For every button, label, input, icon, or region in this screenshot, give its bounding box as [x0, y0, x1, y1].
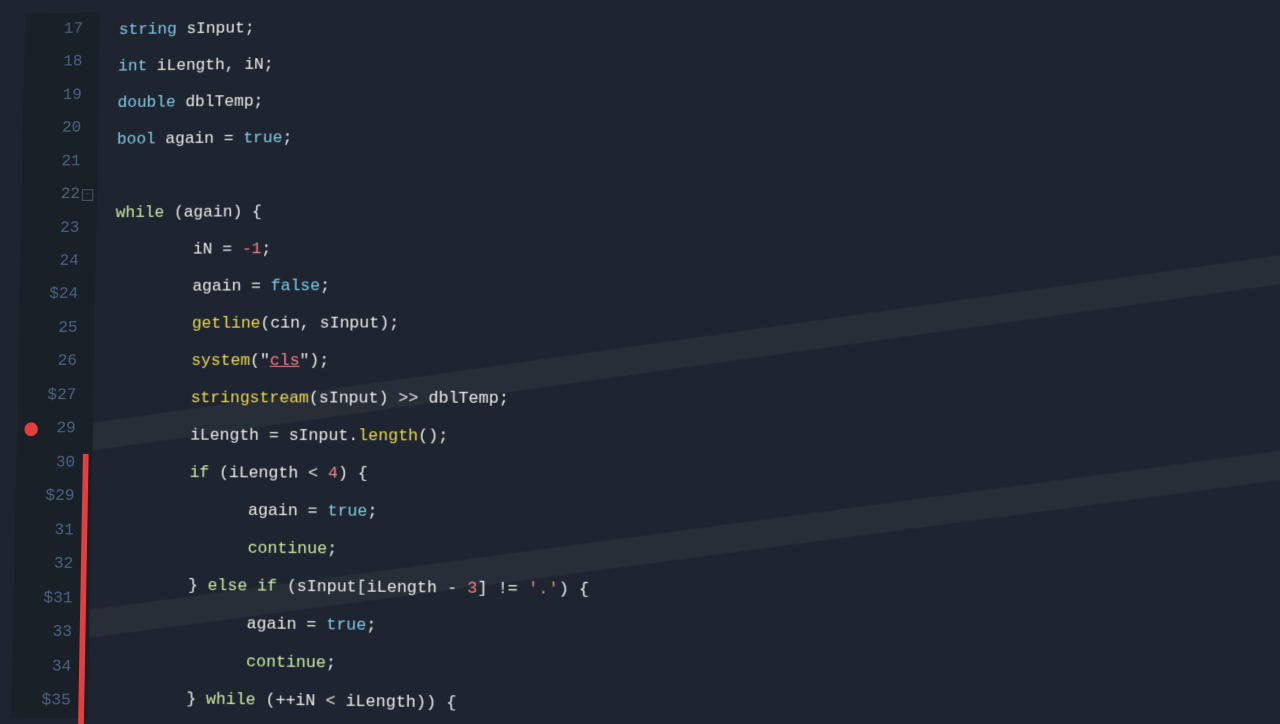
line-28: $27 — [17, 379, 94, 413]
code-line-24: again = false ; — [114, 264, 1280, 306]
breakpoint-29[interactable] — [24, 422, 38, 436]
code-content: string sInput ; int iLength , iN ; doubl… — [88, 0, 1280, 724]
fold-icon[interactable]: - — [82, 189, 94, 201]
line-24: 24 — [20, 245, 96, 279]
code-editor: 17 18 19 20 21 - 22 23 24 $24 25 26 $27 … — [0, 0, 1280, 724]
line-26: 25 — [19, 312, 95, 346]
code-line-28: iLength = sInput . length (); — [112, 417, 1280, 459]
line-31: $29 — [15, 480, 92, 514]
token-string-kw: string — [119, 21, 177, 38]
line-25: $24 — [19, 278, 95, 312]
line-33: 32 — [14, 547, 91, 582]
line-21: 21 — [22, 145, 98, 179]
line-27: 26 — [18, 345, 94, 379]
token-sinput: sInput — [186, 20, 245, 37]
line-30: 30 — [16, 446, 93, 480]
line-19: 19 — [23, 78, 99, 112]
code-line-26: system ( "cls" ); — [113, 341, 1280, 380]
line-35: 33 — [13, 615, 90, 650]
line-number-gutter: 17 18 19 20 21 - 22 23 24 $24 25 26 $27 … — [11, 12, 100, 718]
code-line-27: stringstream ( sInput ) >> dblTemp ; — [112, 380, 1280, 420]
token-while: while — [116, 205, 165, 222]
code-line-25: getline ( cin , sInput ); — [113, 302, 1280, 342]
code-line-22: while ( again ) { — [115, 186, 1280, 232]
line-29: 29 — [17, 412, 94, 446]
code-line-23: iN = -1 ; — [115, 225, 1280, 269]
line-22: - 22 — [21, 178, 97, 212]
line-18: 18 — [24, 45, 100, 79]
line-34: $31 — [13, 581, 90, 616]
line-37: $35 — [11, 683, 88, 718]
line-32: 31 — [15, 513, 92, 547]
line-23: 23 — [21, 211, 97, 245]
line-17: 17 — [25, 12, 101, 46]
line-20: 20 — [23, 112, 99, 146]
line-36: 34 — [12, 649, 89, 684]
